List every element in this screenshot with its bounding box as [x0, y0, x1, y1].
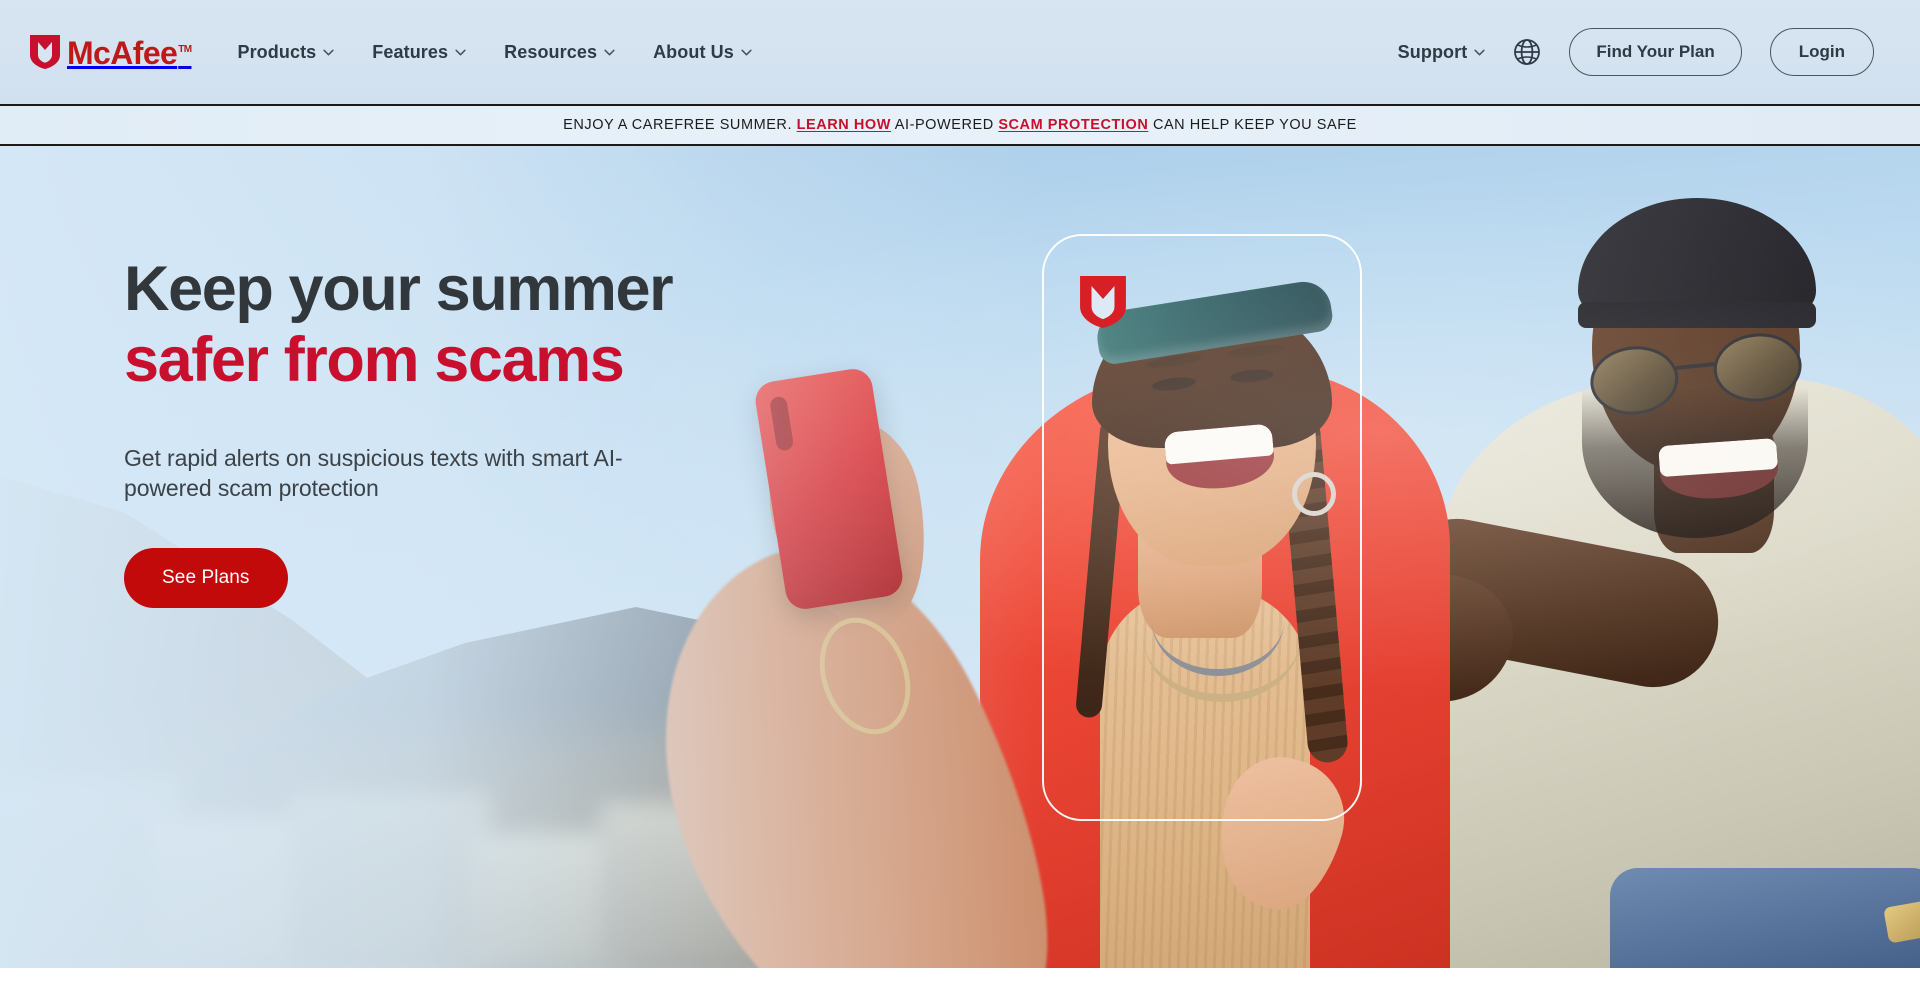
chevron-down-icon	[604, 49, 615, 55]
hero-section: Keep your summer safer from scams Get ra…	[0, 146, 1920, 968]
announcement-text: ENJOY A CAREFREE SUMMER. LEARN HOW AI-PO…	[563, 117, 1357, 133]
header-actions: Support Find Your Plan Login	[1398, 28, 1874, 76]
page-bottom-whitespace	[0, 968, 1920, 993]
man-wristwatch	[1883, 900, 1920, 944]
hero-copy-block: Keep your summer safer from scams Get ra…	[124, 258, 744, 608]
announcement-text-before: ENJOY A CAREFREE SUMMER.	[563, 117, 793, 133]
nav-item-resources[interactable]: Resources	[504, 42, 615, 63]
mcafee-shield-icon	[30, 35, 60, 69]
site-header: McAfeeTM Products Features Resources Abo…	[0, 0, 1920, 104]
globe-icon[interactable]	[1513, 38, 1541, 66]
hero-heading-line1: Keep your summer	[124, 254, 674, 324]
hero-heading-line2: safer from scams	[124, 325, 625, 395]
mcafee-logo[interactable]: McAfeeTM	[30, 35, 192, 71]
primary-nav: Products Features Resources About Us	[237, 42, 752, 63]
woman-silver-chain	[1152, 566, 1284, 676]
announcement-text-after: CAN HELP KEEP YOU SAFE	[1152, 117, 1357, 133]
woman-hoop-earring	[1292, 472, 1336, 516]
page-root: McAfeeTM Products Features Resources Abo…	[0, 0, 1920, 993]
blurred-building	[470, 833, 620, 968]
learn-how-link[interactable]: LEARN HOW	[797, 117, 891, 133]
blurred-building	[290, 793, 490, 968]
nav-label-resources: Resources	[504, 41, 598, 62]
mcafee-shield-icon	[1080, 276, 1126, 328]
see-plans-button[interactable]: See Plans	[124, 547, 288, 608]
trademark-symbol: TM	[178, 44, 192, 56]
page-title: Keep your summer safer from scams	[124, 258, 744, 392]
nav-item-products[interactable]: Products	[237, 42, 334, 63]
chevron-down-icon	[455, 49, 466, 55]
chevron-down-icon	[1474, 49, 1485, 55]
blurred-building	[150, 818, 310, 968]
hero-subheading: Get rapid alerts on suspicious texts wit…	[124, 445, 623, 501]
phone-camera-module	[769, 395, 795, 452]
nav-item-about-us[interactable]: About Us	[653, 42, 752, 63]
man-jeans	[1610, 868, 1920, 968]
nav-item-features[interactable]: Features	[372, 42, 466, 63]
sunglass-lens-right	[1710, 329, 1805, 406]
couple-photo-subjects	[585, 146, 1920, 968]
sunglass-bridge	[1675, 361, 1718, 371]
announcement-text-middle: AI-POWERED	[894, 117, 994, 133]
chevron-down-icon	[741, 49, 752, 55]
man-beanie-band	[1578, 302, 1816, 328]
login-button[interactable]: Login	[1769, 28, 1874, 76]
find-your-plan-button[interactable]: Find Your Plan	[1569, 28, 1742, 76]
nav-label-support: Support	[1397, 41, 1468, 62]
chevron-down-icon	[323, 49, 334, 55]
nav-item-support[interactable]: Support	[1398, 42, 1486, 63]
mcafee-wordmark: McAfeeTM	[67, 35, 192, 71]
nav-label-features: Features	[372, 41, 449, 62]
scam-protection-link[interactable]: SCAM PROTECTION	[998, 117, 1148, 133]
announcement-banner: ENJOY A CAREFREE SUMMER. LEARN HOW AI-PO…	[0, 104, 1920, 146]
nav-label-about-us: About Us	[653, 41, 734, 62]
sunglass-lens-left	[1587, 342, 1682, 419]
nav-label-products: Products	[237, 41, 317, 62]
